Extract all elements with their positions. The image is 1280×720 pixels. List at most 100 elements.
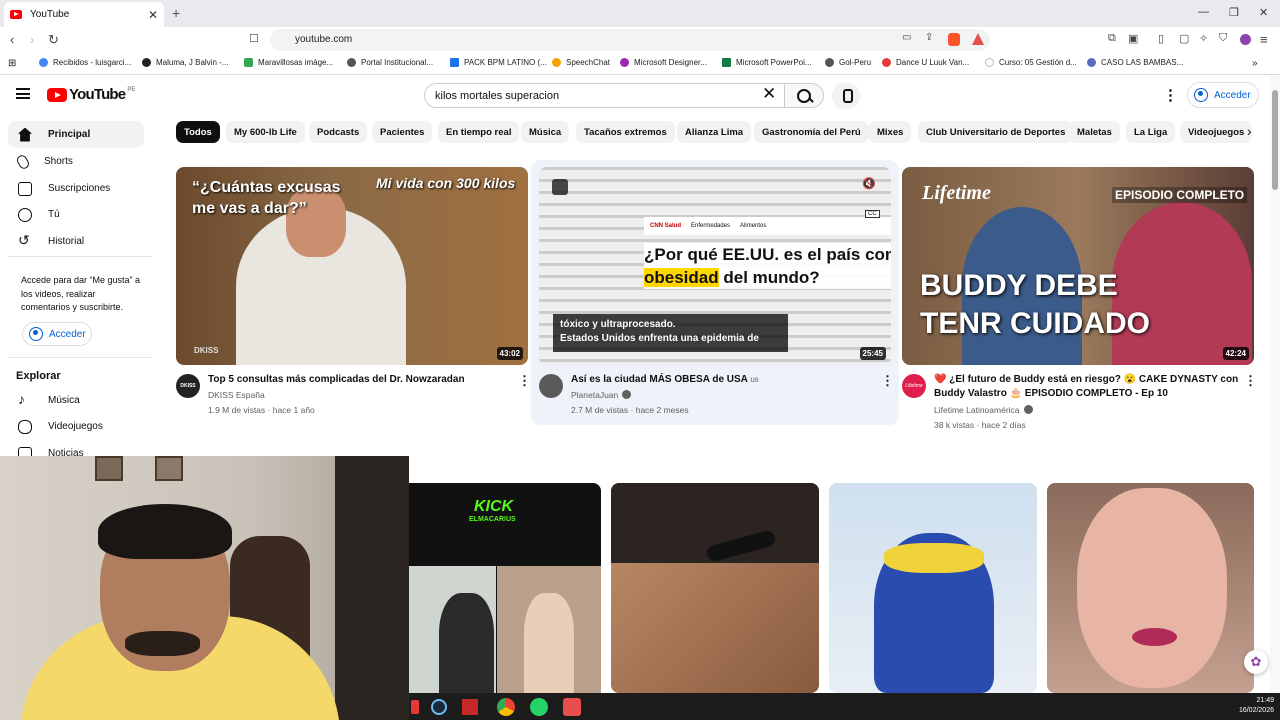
- captions-button[interactable]: CC: [865, 210, 880, 218]
- brave-icon[interactable]: [563, 698, 581, 716]
- page-scrollbar[interactable]: [1270, 76, 1280, 693]
- video-thumbnail[interactable]: [829, 483, 1037, 693]
- bookmark-item[interactable]: Portal Institucional...: [347, 58, 433, 67]
- whatsapp-icon[interactable]: [530, 698, 548, 716]
- app-icon[interactable]: [411, 700, 419, 714]
- browser-tab[interactable]: YouTube ✕: [4, 2, 164, 27]
- sidebar-item-shorts[interactable]: Shorts: [8, 148, 144, 175]
- assistant-icon[interactable]: ✿: [1244, 650, 1268, 674]
- close-window-button[interactable]: ✕: [1259, 6, 1268, 19]
- minimize-button[interactable]: —: [1198, 6, 1209, 18]
- chip[interactable]: Gastronomía del Perú: [754, 121, 869, 143]
- new-tab-button[interactable]: +: [172, 5, 180, 21]
- video-menu-icon[interactable]: ⋮: [881, 373, 894, 389]
- chip[interactable]: Alianza Lima: [677, 121, 752, 143]
- sign-in-button[interactable]: Acceder: [1187, 82, 1259, 108]
- video-meta: 38 k vistas · hace 2 días: [934, 420, 1026, 430]
- channel-name[interactable]: DKISS España: [208, 388, 265, 402]
- bookmark-item[interactable]: Maluma, J Balvin -...: [142, 58, 228, 67]
- chip[interactable]: My 600-lb Life: [226, 121, 305, 143]
- video-duration: 42:24: [1222, 347, 1249, 360]
- extensions-icon[interactable]: ⧉: [1108, 32, 1116, 45]
- video-title[interactable]: ❤️ ¿El futuro de Buddy está en riesgo? 😮…: [934, 373, 1244, 401]
- sidebar-item-history[interactable]: Historial: [8, 228, 144, 255]
- video-thumbnail[interactable]: [1047, 483, 1254, 693]
- bookmark-item[interactable]: Microsoft PowerPoi...: [722, 58, 812, 67]
- apps-grid-icon[interactable]: ⊞: [8, 58, 16, 69]
- back-icon[interactable]: ‹: [10, 32, 14, 47]
- bookmark-item[interactable]: CASO LAS BAMBAS...: [1087, 58, 1183, 67]
- settings-more-icon[interactable]: ⋮: [1163, 86, 1178, 104]
- chip[interactable]: La Liga: [1126, 121, 1176, 143]
- profile-icon[interactable]: [1240, 34, 1251, 45]
- bookmark-item[interactable]: Curso: 05 Gestión d...: [985, 58, 1077, 67]
- vpn-icon[interactable]: ⛉: [1219, 32, 1227, 45]
- sidebar-item-home[interactable]: Principal: [8, 121, 144, 148]
- chip[interactable]: Maletas: [1069, 121, 1120, 143]
- chip[interactable]: Club Universitario de Deportes: [918, 121, 1074, 143]
- reload-icon[interactable]: ↻: [48, 32, 59, 48]
- chip[interactable]: Pacientes: [372, 121, 433, 143]
- bookmark-item[interactable]: SpeechChat: [552, 58, 610, 67]
- bookmark-item[interactable]: Microsoft Designer...: [620, 58, 707, 67]
- bookmarks-overflow-icon[interactable]: »: [1252, 58, 1258, 69]
- restore-button[interactable]: ❐: [1229, 6, 1239, 19]
- video-menu-icon[interactable]: ⋮: [1244, 373, 1257, 389]
- chips-next-icon[interactable]: ›: [1247, 123, 1252, 139]
- app-icon[interactable]: [462, 699, 478, 715]
- sidebar-toggle-icon[interactable]: ▯: [1158, 32, 1164, 45]
- video-thumbnail[interactable]: “¿Cuántas excusas me vas a dar?” Mi vida…: [176, 167, 528, 365]
- bookmark-item[interactable]: Dance U Luuk Van...: [882, 58, 969, 67]
- search-button[interactable]: [784, 83, 824, 108]
- wallet-icon[interactable]: ▢: [1179, 32, 1189, 45]
- url-bar[interactable]: youtube.com: [270, 29, 990, 51]
- chip[interactable]: Música: [521, 121, 570, 143]
- voice-search-icon[interactable]: [832, 82, 860, 110]
- leo-icon[interactable]: ✧: [1199, 32, 1208, 45]
- channel-avatar[interactable]: [539, 374, 563, 398]
- chip[interactable]: En tiempo real: [438, 121, 520, 143]
- sidebar-item-subscriptions[interactable]: Suscripciones: [8, 175, 144, 202]
- chip[interactable]: Videojuegos: [1180, 121, 1253, 143]
- bookmark-icon[interactable]: ☐: [249, 32, 259, 45]
- brave-shield-icon[interactable]: [948, 33, 960, 46]
- chip[interactable]: Tacaños extremos: [576, 121, 675, 143]
- chip[interactable]: Podcasts: [309, 121, 368, 143]
- hamburger-menu-icon[interactable]: [16, 88, 30, 99]
- steam-icon[interactable]: [431, 699, 447, 715]
- scrollbar-thumb[interactable]: [1272, 90, 1278, 190]
- channel-name[interactable]: PlanetaJuan: [571, 388, 632, 402]
- bookmark-item[interactable]: Recibidos - luisgarci...: [39, 58, 131, 67]
- channel-name[interactable]: Lifetime Latinoamérica: [934, 403, 1033, 417]
- video-thumbnail[interactable]: [611, 483, 819, 693]
- sidebar-item-gaming[interactable]: Videojuegos: [8, 413, 144, 440]
- video-thumbnail[interactable]: KICK ELMACARIUS: [409, 483, 601, 693]
- bookmark-item[interactable]: PACK BPM LATINO (...: [450, 58, 547, 67]
- tab-search-icon[interactable]: ▣: [1128, 32, 1138, 45]
- video-menu-icon[interactable]: ⋮: [518, 373, 531, 389]
- sidebar-item-you[interactable]: Tú: [8, 201, 144, 228]
- mute-icon[interactable]: 🔇: [862, 177, 876, 190]
- tab-close-icon[interactable]: ✕: [148, 8, 158, 22]
- video-title[interactable]: Así es la ciudad MÁS OBESA de USA us: [571, 373, 871, 387]
- channel-avatar[interactable]: DKISS: [176, 374, 200, 398]
- chip[interactable]: Mixes: [869, 121, 912, 143]
- share-icon[interactable]: ⇪: [925, 32, 933, 43]
- bookmark-item[interactable]: Gol-Peru: [825, 58, 871, 67]
- clear-search-icon[interactable]: ✕: [762, 84, 776, 104]
- youtube-logo[interactable]: YouTube PE: [47, 86, 135, 103]
- video-thumbnail[interactable]: CNN Salud Enfermedades Alimentos ¿Por qu…: [539, 167, 891, 365]
- browser-menu-icon[interactable]: ≡: [1260, 32, 1268, 47]
- bookmark-item[interactable]: Maravillosas imáge...: [244, 58, 333, 67]
- chrome-icon[interactable]: [497, 698, 515, 716]
- search-input[interactable]: kilos mortales superacion: [424, 83, 785, 108]
- channel-avatar[interactable]: Lifetime: [902, 374, 926, 398]
- system-clock[interactable]: 21:49 16/02/2026: [1239, 696, 1274, 716]
- cast-icon[interactable]: ▭: [902, 32, 911, 43]
- sidebar-item-music[interactable]: Música: [8, 387, 144, 414]
- forward-icon[interactable]: ›: [30, 32, 34, 47]
- sidebar-sign-in-button[interactable]: Acceder: [22, 322, 92, 346]
- chip-all[interactable]: Todos: [176, 121, 220, 143]
- video-thumbnail[interactable]: Lifetime EPISODIO COMPLETO BUDDY DEBE TE…: [902, 167, 1254, 365]
- video-title[interactable]: Top 5 consultas más complicadas del Dr. …: [208, 373, 508, 387]
